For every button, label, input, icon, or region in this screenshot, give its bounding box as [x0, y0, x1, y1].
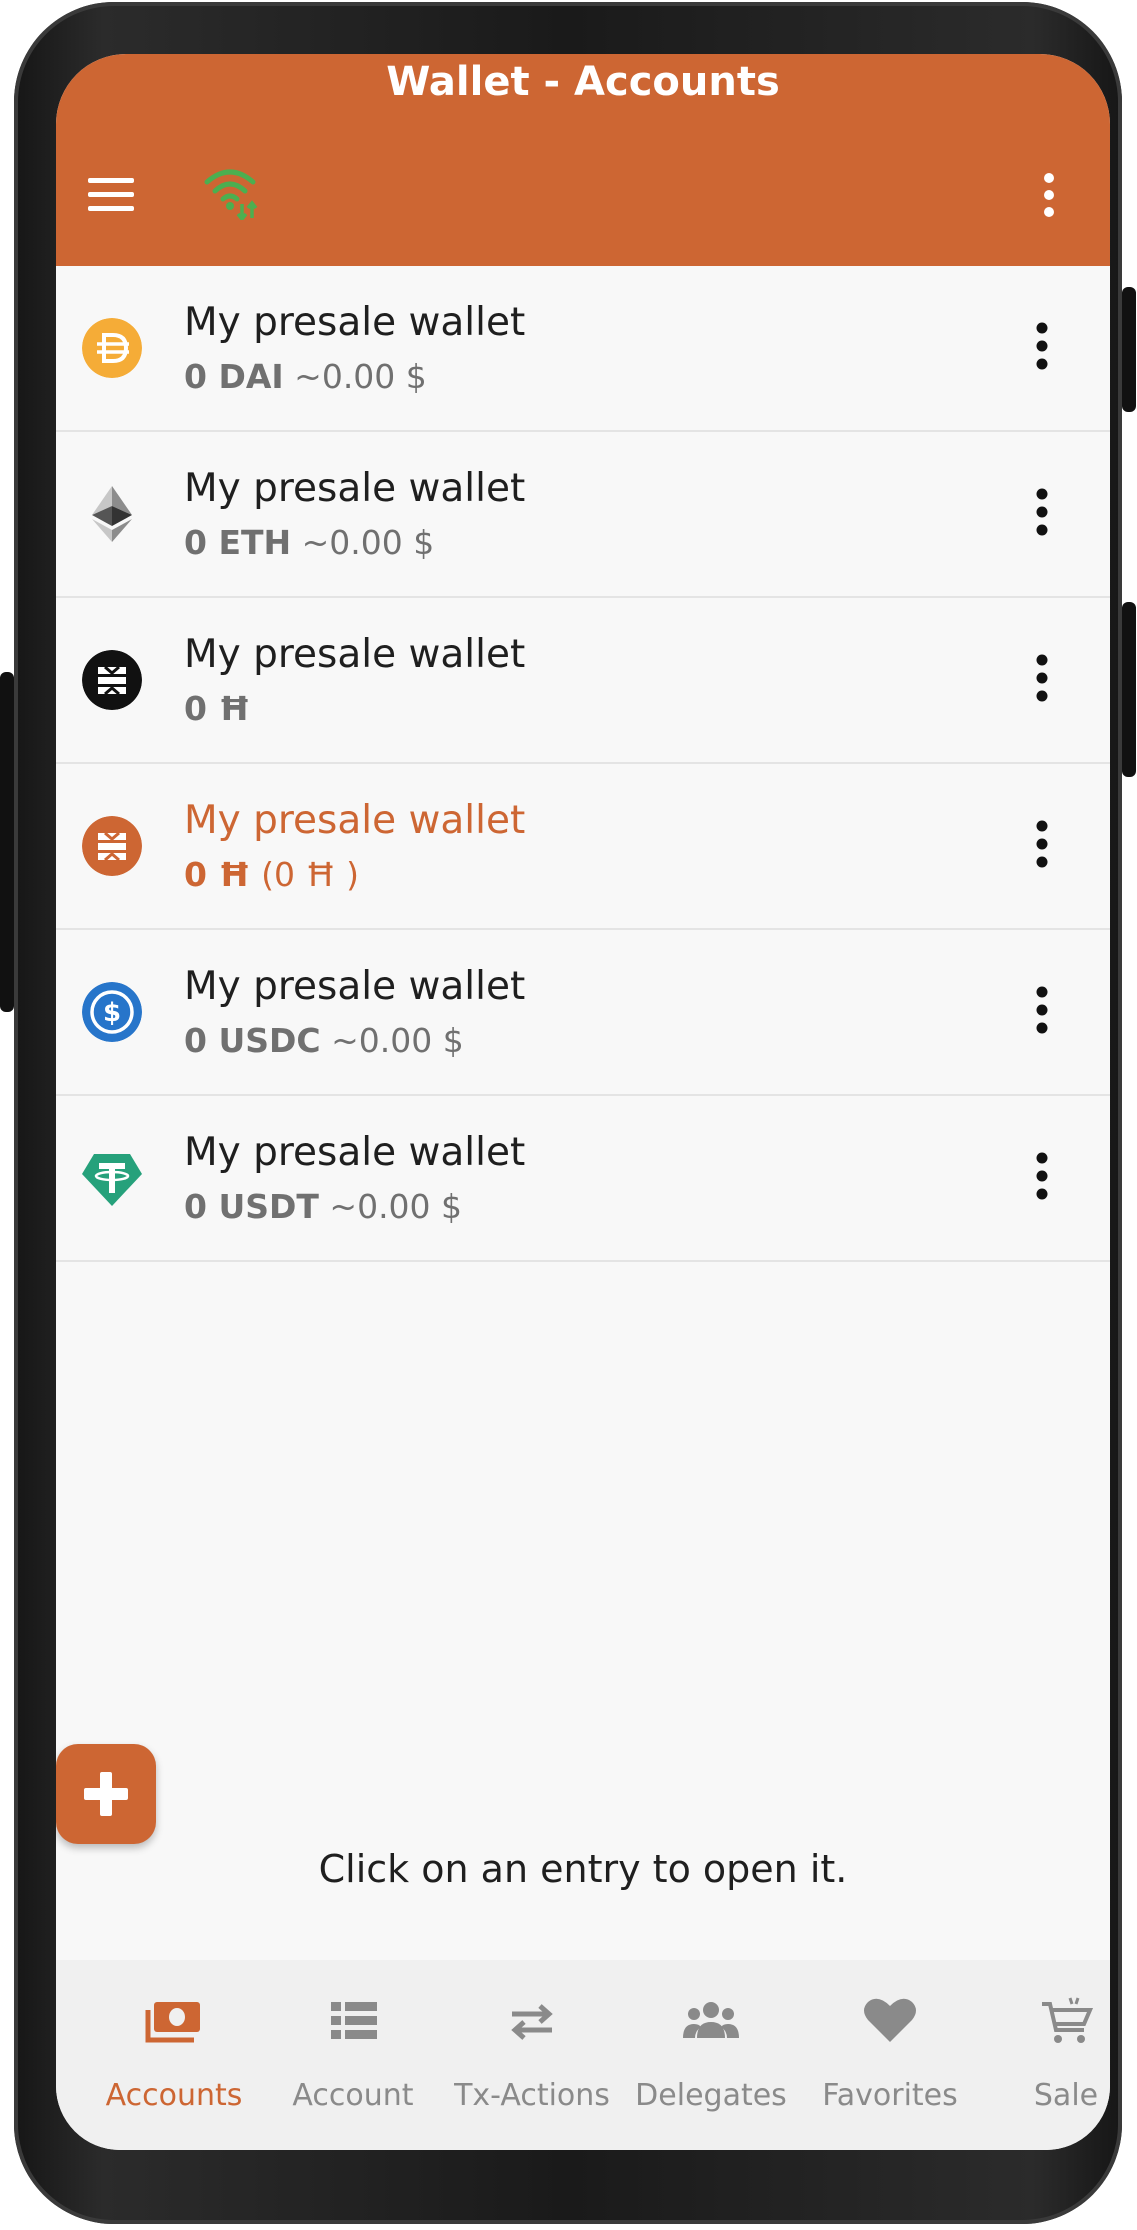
account-row[interactable]: My presale wallet 0 ETH ~0.00 $ — [56, 432, 1110, 598]
balance-amount: 0 Ħ — [184, 689, 251, 728]
row-more-icon[interactable] — [1034, 986, 1050, 1034]
nav-label: Delegates — [635, 2078, 787, 2113]
account-row[interactable]: My presale wallet 0 Ħ — [56, 598, 1110, 764]
heart-icon — [864, 1998, 916, 2042]
account-balance: 0 Ħ (0 Ħ ) — [184, 854, 359, 896]
account-name: My presale wallet — [184, 632, 526, 677]
nav-accounts[interactable]: Accounts — [84, 1960, 264, 2150]
swap-icon — [511, 2004, 553, 2040]
nav-favorites[interactable]: Favorites — [800, 1960, 980, 2150]
phone-frame: Wallet - Accounts My presale wallet 0 DA… — [0, 2, 1136, 2224]
account-name: My presale wallet — [184, 1130, 526, 1175]
balance-fiat: ~0.00 $ — [329, 1187, 463, 1226]
group-icon — [683, 2002, 739, 2038]
nav-label: Favorites — [822, 2078, 958, 2113]
account-balance: 0 Ħ — [184, 688, 251, 730]
balance-amount: 0 Ħ — [184, 855, 251, 894]
list-icon — [331, 2002, 377, 2039]
app-bar: Wallet - Accounts — [56, 54, 1110, 266]
volume-button — [0, 672, 14, 1012]
hbar-icon — [82, 650, 142, 710]
account-row[interactable]: My presale wallet 0 USDT ~0.00 $ — [56, 1096, 1110, 1262]
row-more-icon[interactable] — [1034, 820, 1050, 868]
nav-label: Tx-Actions — [454, 2078, 610, 2113]
cart-icon — [1042, 1997, 1094, 2043]
account-balance: 0 USDC ~0.00 $ — [184, 1020, 464, 1062]
account-name: My presale wallet — [184, 964, 526, 1009]
hamburger-menu-icon[interactable] — [88, 178, 134, 212]
balance-amount: 0 USDT — [184, 1187, 319, 1226]
row-more-icon[interactable] — [1034, 488, 1050, 536]
svg-text:$: $ — [103, 998, 121, 1028]
dai-icon — [82, 318, 142, 378]
app-screen: Wallet - Accounts My presale wallet 0 DA… — [56, 54, 1110, 2150]
account-name: My presale wallet — [184, 466, 526, 511]
nav-delegates[interactable]: Delegates — [621, 1960, 801, 2150]
balance-amount: 0 DAI — [184, 357, 284, 396]
nav-tx-actions[interactable]: Tx-Actions — [442, 1960, 622, 2150]
add-account-button[interactable] — [56, 1744, 156, 1844]
account-row[interactable]: My presale wallet 0 DAI ~0.00 $ — [56, 266, 1110, 432]
nav-label: Sale — [1033, 2078, 1099, 2113]
balance-fiat: ~0.00 $ — [294, 357, 427, 396]
side-button — [1122, 602, 1136, 777]
account-row-selected[interactable]: My presale wallet 0 Ħ (0 Ħ ) — [56, 764, 1110, 930]
plus-icon — [84, 1772, 128, 1816]
eth-icon — [92, 486, 132, 542]
balance-amount: 0 ETH — [184, 523, 292, 562]
usdc-icon: $ — [82, 982, 142, 1042]
account-row[interactable]: $ My presale wallet 0 USDC ~0.00 $ — [56, 930, 1110, 1096]
row-more-icon[interactable] — [1034, 654, 1050, 702]
balance-amount: 0 USDC — [184, 1021, 321, 1060]
nav-sale[interactable]: Sale — [976, 1960, 1110, 2150]
balance-fiat: ~0.00 $ — [331, 1021, 464, 1060]
balance-fiat: ~0.00 $ — [301, 523, 435, 562]
usdt-icon — [82, 1154, 142, 1206]
balance-pending: (0 Ħ ) — [261, 855, 360, 894]
row-more-icon[interactable] — [1034, 322, 1050, 370]
nav-label: Account — [292, 2078, 414, 2113]
connection-status-icon — [204, 169, 258, 220]
account-name: My presale wallet — [184, 300, 526, 345]
nav-account[interactable]: Account — [263, 1960, 443, 2150]
account-name: My presale wallet — [184, 798, 526, 843]
hint-text: Click on an entry to open it. — [318, 1847, 848, 1891]
account-balance: 0 ETH ~0.00 $ — [184, 522, 434, 564]
row-more-icon[interactable] — [1034, 1152, 1050, 1200]
nav-label: Accounts — [105, 2078, 243, 2113]
more-options-icon[interactable] — [1042, 172, 1056, 218]
power-button — [1122, 287, 1136, 412]
account-balance: 0 DAI ~0.00 $ — [184, 356, 427, 398]
hbar-orange-icon — [82, 816, 142, 876]
money-icon — [145, 2002, 200, 2043]
page-title: Wallet - Accounts — [386, 59, 780, 105]
account-list: My presale wallet 0 DAI ~0.00 $ My presa… — [56, 266, 1110, 1262]
bottom-navigation: Accounts Account Tx-Actions Delegates Fa… — [56, 1960, 1110, 2150]
account-balance: 0 USDT ~0.00 $ — [184, 1186, 462, 1228]
